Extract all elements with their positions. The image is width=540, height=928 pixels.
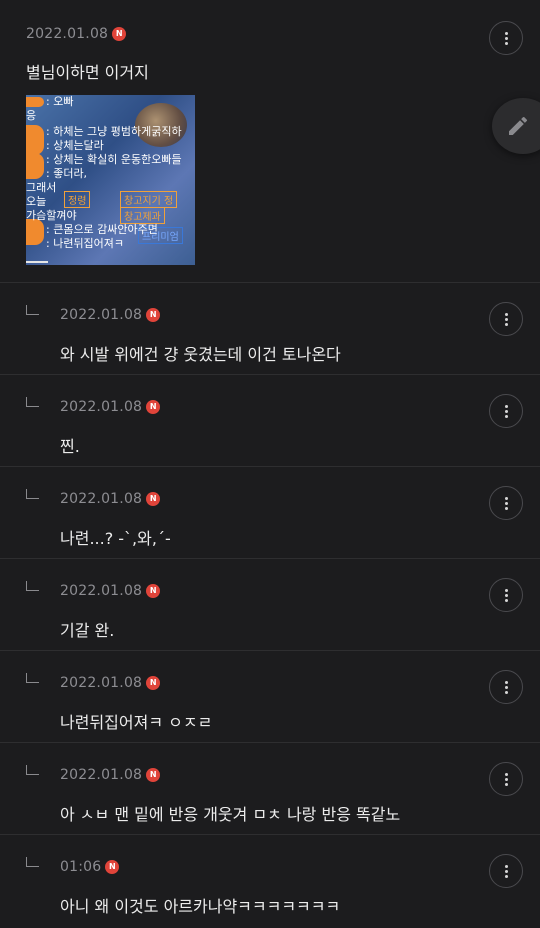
reply-item: 01:06 N 아니 왜 이것도 아르카나약ㅋㅋㅋㅋㅋㅋㅋ xyxy=(0,835,540,927)
new-badge: N xyxy=(146,400,161,414)
comment-date: 2022.01.08 xyxy=(60,767,143,783)
comment-date: 2022.01.08 xyxy=(60,583,143,599)
image-divider xyxy=(26,261,48,263)
more-vertical-icon xyxy=(504,496,508,500)
more-dot xyxy=(504,685,508,689)
more-options-button[interactable] xyxy=(489,670,523,704)
more-options-button[interactable] xyxy=(489,762,523,796)
new-badge: N xyxy=(146,768,161,782)
comment-meta: 2022.01.08 N xyxy=(60,581,480,601)
reply-arrow-icon xyxy=(26,489,39,499)
pencil-icon xyxy=(509,116,528,135)
comment-text: 아 ㅅㅂ 맨 밑에 반응 개웃겨 ㅁㅊ 나랑 반응 똑같노 xyxy=(60,805,401,824)
comment-text: 아니 왜 이것도 아르카나약ㅋㅋㅋㅋㅋㅋㅋ xyxy=(60,897,341,916)
more-vertical-icon xyxy=(504,864,508,868)
comment-date: 01:06 xyxy=(60,859,102,875)
comment-meta: 2022.01.08 N xyxy=(60,305,480,325)
reply-item: 2022.01.08 N 아 ㅅㅂ 맨 밑에 반응 개웃겨 ㅁㅊ 나랑 반응 똑… xyxy=(0,743,540,835)
more-options-button[interactable] xyxy=(489,578,523,612)
chat-screenshot-text: : 오빠 응 : 하체는 그냥 평범하게굵직하 : 상체는달라 : 상체는 확실… xyxy=(26,95,182,251)
comment-date: 2022.01.08 xyxy=(26,26,109,42)
more-vertical-icon xyxy=(504,312,508,316)
comment-item: 2022.01.08 N 별님이하면 이거지 정령 창고지기 정 창고제과 프리… xyxy=(0,0,540,283)
more-dot xyxy=(504,501,508,505)
reply-arrow-icon xyxy=(26,397,39,407)
chat-line: : 상체는 확실히 운동한오빠들 xyxy=(46,153,182,166)
chat-line: : 나련뒤집어져ㅋ xyxy=(46,237,125,250)
chat-line: : 상체는달라 xyxy=(46,139,104,152)
more-dot xyxy=(504,777,508,781)
more-dot xyxy=(504,36,508,40)
comment-text: 별님이하면 이거지 xyxy=(26,63,149,82)
chat-line: 가슴할껴야 xyxy=(26,209,77,222)
chat-line: : 좋더라, xyxy=(46,167,88,180)
attached-image[interactable]: 정령 창고지기 정 창고제과 프리미엄 : 오빠 응 : 하체는 그냥 평범하게… xyxy=(26,95,195,265)
more-vertical-icon xyxy=(504,680,508,684)
chat-line: 그래서 xyxy=(26,181,57,194)
new-badge: N xyxy=(105,860,120,874)
new-badge: N xyxy=(112,27,127,41)
more-options-button[interactable] xyxy=(489,854,523,888)
more-dot xyxy=(504,593,508,597)
reply-arrow-icon xyxy=(26,673,39,683)
new-badge: N xyxy=(146,676,161,690)
comment-text: 기갈 완. xyxy=(60,621,115,640)
more-options-button[interactable] xyxy=(489,21,523,55)
more-dot xyxy=(504,869,508,873)
more-dot xyxy=(504,874,508,878)
more-dot xyxy=(504,690,508,694)
comment-date: 2022.01.08 xyxy=(60,399,143,415)
reply-arrow-icon xyxy=(26,765,39,775)
chat-line: 응 xyxy=(26,109,37,122)
reply-arrow-icon xyxy=(26,857,39,867)
write-button[interactable] xyxy=(492,98,540,154)
more-options-button[interactable] xyxy=(489,302,523,336)
more-dot xyxy=(504,41,508,45)
new-badge: N xyxy=(146,492,161,506)
more-options-button[interactable] xyxy=(489,394,523,428)
more-dot xyxy=(504,414,508,418)
reply-item: 2022.01.08 N 찐. xyxy=(0,375,540,467)
reply-arrow-icon xyxy=(26,305,39,315)
comment-text: 나련...? -`,와,´- xyxy=(60,529,171,548)
new-badge: N xyxy=(146,584,161,598)
comment-meta: 2022.01.08 N xyxy=(60,765,480,785)
comment-date: 2022.01.08 xyxy=(60,675,143,691)
comment-text: 와 시발 위에건 걍 웃겼는데 이건 토나온다 xyxy=(60,345,341,364)
comment-meta: 2022.01.08 N xyxy=(60,673,480,693)
reply-item: 2022.01.08 N 나련뒤집어져ㅋ ㅇㅈㄹ xyxy=(0,651,540,743)
comment-date: 2022.01.08 xyxy=(60,491,143,507)
more-dot xyxy=(504,409,508,413)
more-dot xyxy=(504,782,508,786)
comment-meta: 01:06 N xyxy=(60,857,480,877)
comment-text: 찐. xyxy=(60,437,80,456)
more-dot xyxy=(504,322,508,326)
more-options-button[interactable] xyxy=(489,486,523,520)
reply-item: 2022.01.08 N 나련...? -`,와,´- xyxy=(0,467,540,559)
more-vertical-icon xyxy=(504,404,508,408)
more-vertical-icon xyxy=(504,772,508,776)
chat-line: 오늘 xyxy=(26,195,47,208)
comment-meta: 2022.01.08 N xyxy=(60,397,480,417)
reply-item: 2022.01.08 N 기갈 완. xyxy=(0,559,540,651)
chat-line: : 오빠 xyxy=(46,95,74,108)
reply-arrow-icon xyxy=(26,581,39,591)
more-dot xyxy=(504,506,508,510)
reply-item: 2022.01.08 N 와 시발 위에건 걍 웃겼는데 이건 토나온다 xyxy=(0,283,540,375)
comment-meta: 2022.01.08 N xyxy=(26,24,514,44)
new-badge: N xyxy=(146,308,161,322)
chat-line: : 하체는 그냥 평범하게굵직하 xyxy=(46,125,182,138)
comment-text: 나련뒤집어져ㅋ ㅇㅈㄹ xyxy=(60,713,213,732)
more-vertical-icon xyxy=(504,588,508,592)
more-vertical-icon xyxy=(504,31,508,35)
comment-date: 2022.01.08 xyxy=(60,307,143,323)
more-dot xyxy=(504,317,508,321)
chat-line: : 큰몸으로 감싸안아주면 xyxy=(46,223,158,236)
comment-meta: 2022.01.08 N xyxy=(60,489,480,509)
more-dot xyxy=(504,598,508,602)
